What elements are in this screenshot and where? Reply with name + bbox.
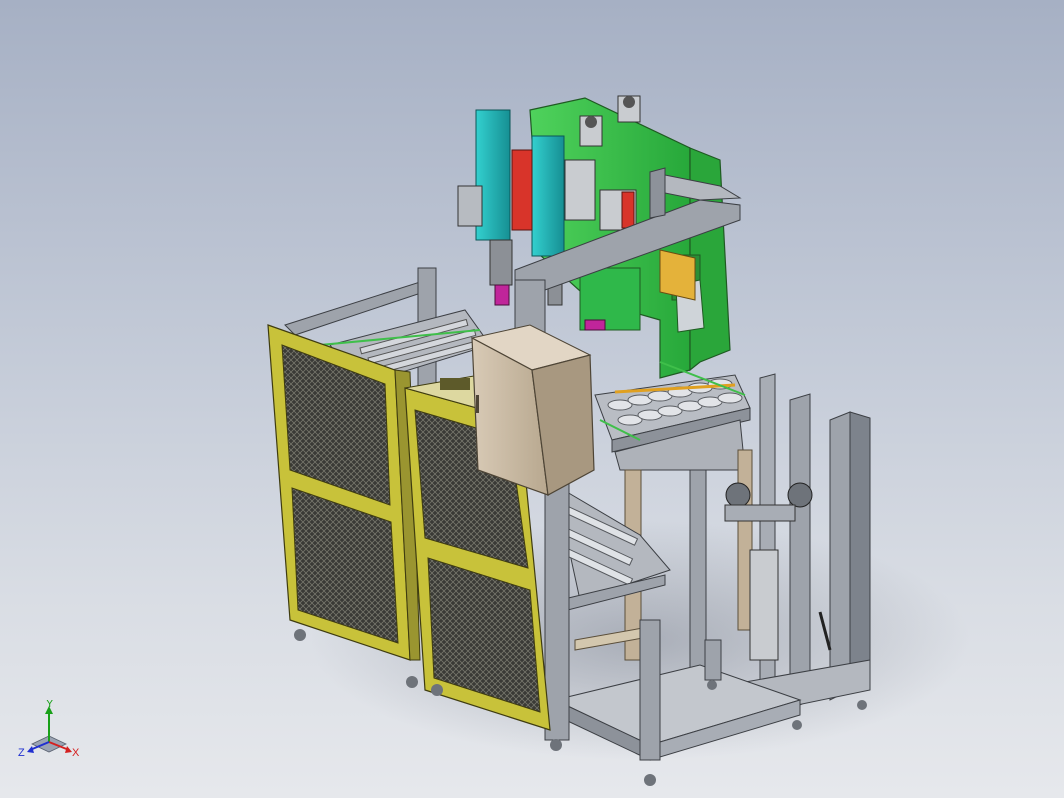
machine-assembly-model[interactable]: [0, 0, 1064, 798]
guard-door-left[interactable]: [267, 324, 421, 688]
x-arrowhead: [65, 746, 72, 753]
3d-viewport[interactable]: Y X Z: [0, 0, 1064, 798]
z-arrowhead: [27, 746, 34, 753]
y-axis-label: Y: [46, 700, 54, 710]
z-axis-label: Z: [18, 747, 25, 759]
x-axis-label: X: [72, 747, 80, 759]
electrical-cabinet[interactable]: [470, 324, 595, 496]
coordinate-triad[interactable]: Y X Z: [14, 700, 84, 770]
